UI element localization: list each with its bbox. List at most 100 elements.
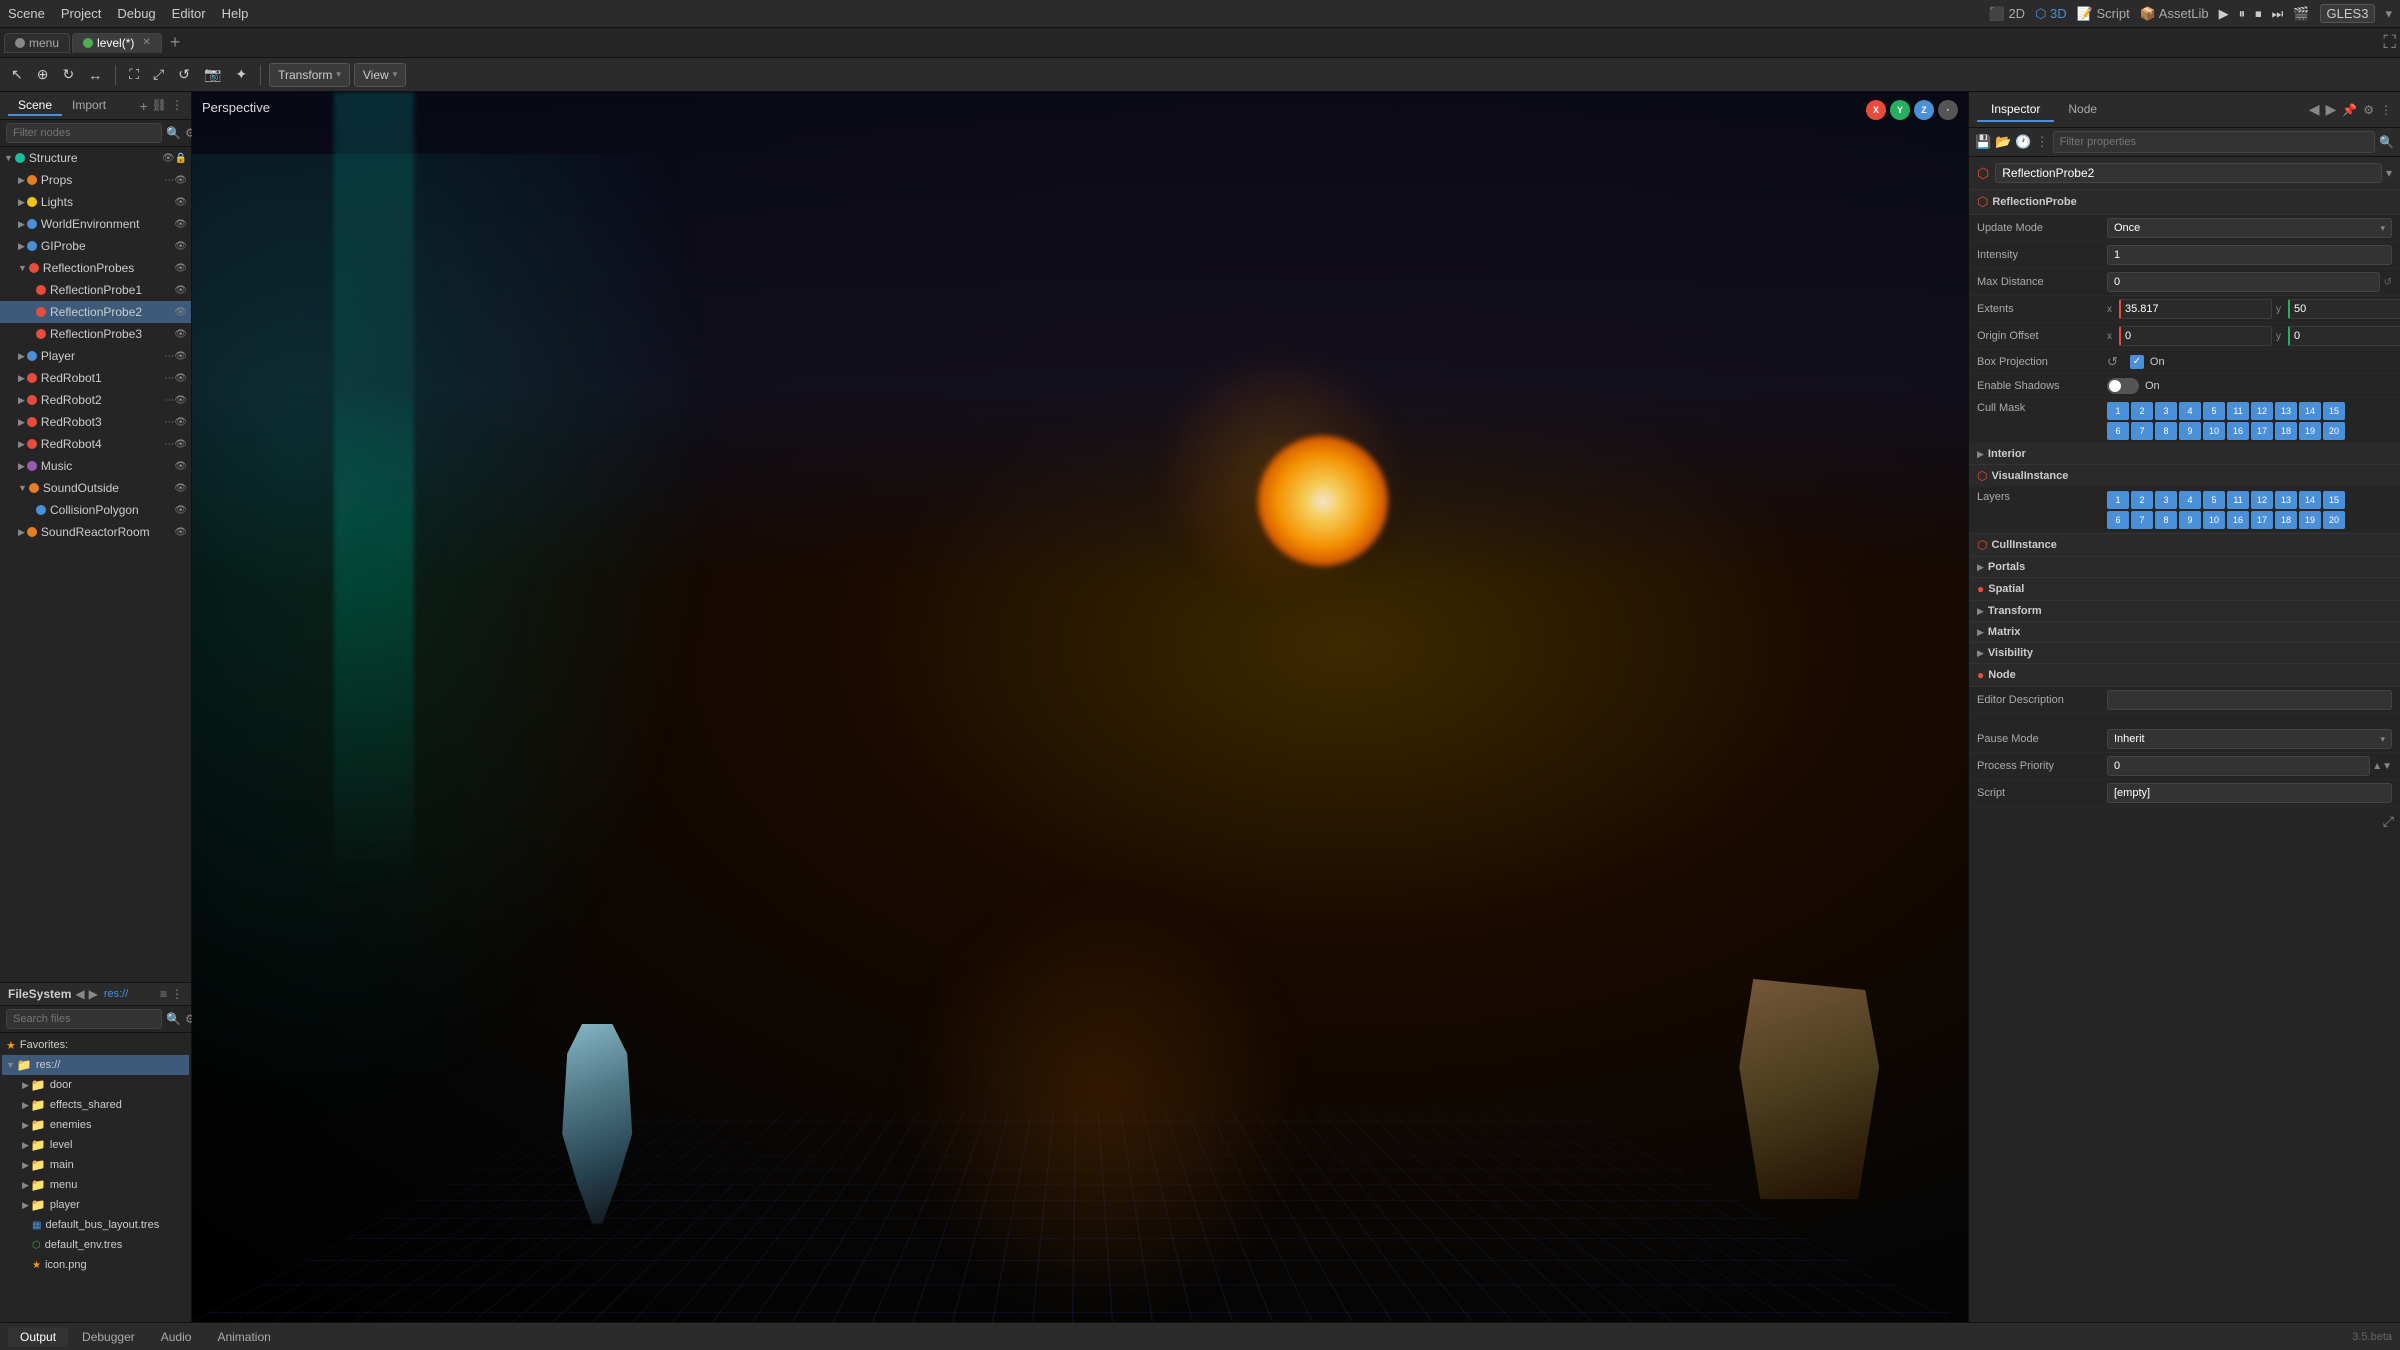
transform-btn[interactable]: Transform ▾ xyxy=(269,63,350,87)
prop-value-script[interactable]: [empty] xyxy=(2107,783,2392,803)
origin-y-input[interactable] xyxy=(2288,326,2400,346)
scene-add-btn[interactable]: + xyxy=(140,98,148,114)
axis-dot-icon[interactable]: · xyxy=(1938,100,1958,120)
bottom-tab-animation[interactable]: Animation xyxy=(205,1327,282,1347)
cull-cell-12[interactable]: 12 xyxy=(2251,402,2273,420)
tree-item-reflprobe2[interactable]: ReflectionProbe2 👁 xyxy=(0,301,191,323)
tab-inspector[interactable]: Inspector xyxy=(1977,98,2054,122)
cull-cell-16[interactable]: 16 xyxy=(2227,422,2249,440)
cull-cell-19[interactable]: 19 xyxy=(2299,422,2321,440)
process-priority-up[interactable]: ▲ xyxy=(2372,761,2382,772)
bottom-tab-debugger[interactable]: Debugger xyxy=(70,1327,147,1347)
tree-item-reflprobe1[interactable]: ReflectionProbe1 👁 xyxy=(0,279,191,301)
cull-cell-5[interactable]: 5 xyxy=(2203,402,2225,420)
movie-btn[interactable]: 🎬 xyxy=(2293,6,2309,22)
prop-value-process-priority[interactable]: 0 xyxy=(2107,756,2370,776)
expand-lights[interactable]: ▶ xyxy=(18,197,25,208)
cull-cell-2[interactable]: 2 xyxy=(2131,402,2153,420)
tool-local[interactable]: ⤢ xyxy=(148,64,169,85)
axis-x-icon[interactable]: X xyxy=(1866,100,1886,120)
tab-close-level[interactable]: ✕ xyxy=(142,37,150,48)
cull-cell-14[interactable]: 14 xyxy=(2299,402,2321,420)
inspector-filter-btn[interactable]: ⚙ xyxy=(2363,103,2374,117)
tool-scale[interactable]: ↔ xyxy=(83,65,107,85)
tree-item-redrobot3[interactable]: ▶ RedRobot3 ⋯ 👁 xyxy=(0,411,191,433)
menu-help[interactable]: Help xyxy=(222,6,249,21)
fs-search-icon[interactable]: 🔍 xyxy=(166,1012,181,1026)
tree-item-soundreactor[interactable]: ▶ SoundReactorRoom 👁 xyxy=(0,521,191,543)
inspector-extra-icon[interactable]: ⋮ xyxy=(2036,134,2049,150)
tree-eye-worldenv[interactable]: 👁 xyxy=(174,219,187,230)
tree-item-structure[interactable]: ▼ Structure 👁 🔒 xyxy=(0,147,191,169)
tree-item-music[interactable]: ▶ Music 👁 xyxy=(0,455,191,477)
tree-eye-music[interactable]: 👁 xyxy=(174,461,187,472)
fs-item-main[interactable]: ▶ 📁 main xyxy=(2,1155,189,1175)
expand-res[interactable]: ▼ xyxy=(6,1060,15,1070)
transform-collapse-header[interactable]: ▶ Transform xyxy=(1969,601,2400,621)
cull-cell-13[interactable]: 13 xyxy=(2275,402,2297,420)
inspector-lock-btn[interactable]: 📌 xyxy=(2342,103,2357,117)
cull-cell-1[interactable]: 1 xyxy=(2107,402,2129,420)
renderer-badge[interactable]: GLES3 xyxy=(2320,4,2376,23)
tree-eye-collpoly[interactable]: 👁 xyxy=(174,505,187,516)
tab-scene[interactable]: Scene xyxy=(8,96,62,116)
expand-soundoutside[interactable]: ▼ xyxy=(18,483,27,493)
expand-soundreactor[interactable]: ▶ xyxy=(18,527,25,538)
tool-camera[interactable]: 📷 xyxy=(199,64,226,85)
tree-item-redrobot2[interactable]: ▶ RedRobot2 ⋯ 👁 xyxy=(0,389,191,411)
tree-eye-redrobot3[interactable]: 👁 xyxy=(174,417,187,428)
fs-item-default-env[interactable]: ⬡ default_env.tres xyxy=(2,1235,189,1255)
expand-player[interactable]: ▶ xyxy=(18,351,25,362)
tree-eye-reflprobe2[interactable]: 👁 xyxy=(174,307,187,318)
visibility-collapse-header[interactable]: ▶ Visibility xyxy=(1969,643,2400,663)
tree-actions-redrobot1[interactable]: ⋯ xyxy=(164,373,174,384)
tab-import[interactable]: Import xyxy=(62,96,116,116)
cull-cell-3[interactable]: 3 xyxy=(2155,402,2177,420)
cull-cell-17[interactable]: 17 xyxy=(2251,422,2273,440)
cull-cell-11[interactable]: 11 xyxy=(2227,402,2249,420)
fs-layout-btn[interactable]: ≡ xyxy=(160,987,167,1001)
layer-cell-10[interactable]: 10 xyxy=(2203,511,2225,529)
expand-props[interactable]: ▶ xyxy=(18,175,25,186)
fs-item-enemies[interactable]: ▶ 📁 enemies xyxy=(2,1115,189,1135)
inspector-menu-btn[interactable]: ⋮ xyxy=(2380,103,2392,117)
expand-redrobot1[interactable]: ▶ xyxy=(18,373,25,384)
tree-actions-redrobot3[interactable]: ⋯ xyxy=(164,417,174,428)
tool-snap[interactable]: ⛶ xyxy=(124,64,144,85)
fs-item-res[interactable]: ▼ 📁 res:// xyxy=(2,1055,189,1075)
tree-lock-structure[interactable]: 🔒 xyxy=(175,153,187,164)
cull-instance-collapse-header[interactable]: ⬡ CullInstance xyxy=(1969,534,2400,556)
cull-cell-20[interactable]: 20 xyxy=(2323,422,2345,440)
expand-structure[interactable]: ▼ xyxy=(4,153,13,163)
expand-effects[interactable]: ▶ xyxy=(22,1100,29,1111)
tree-eye-giprobe[interactable]: 👁 xyxy=(174,241,187,252)
assetlib-btn[interactable]: 📦 AssetLib xyxy=(2140,6,2209,22)
inspector-open-icon[interactable]: 📂 xyxy=(1995,134,2011,150)
layer-cell-8[interactable]: 8 xyxy=(2155,511,2177,529)
step-btn[interactable]: ⏭ xyxy=(2272,6,2284,22)
tool-gizmo[interactable]: ✦ xyxy=(230,64,252,85)
play-btn[interactable]: ▶ xyxy=(2219,6,2229,22)
tree-item-giprobe[interactable]: ▶ GIProbe 👁 xyxy=(0,235,191,257)
script-btn[interactable]: 📝 Script xyxy=(2077,6,2130,22)
scene-link-btn[interactable]: ⛓ xyxy=(152,98,167,114)
tab-add-btn[interactable]: + xyxy=(164,32,187,53)
layer-cell-18[interactable]: 18 xyxy=(2275,511,2297,529)
cull-cell-8[interactable]: 8 xyxy=(2155,422,2177,440)
expand-redrobot2[interactable]: ▶ xyxy=(18,395,25,406)
layer-cell-20[interactable]: 20 xyxy=(2323,511,2345,529)
tree-eye-props[interactable]: 👁 xyxy=(174,175,187,186)
fs-item-effects[interactable]: ▶ 📁 effects_shared xyxy=(2,1095,189,1115)
expand-menu[interactable]: ▶ xyxy=(22,1180,29,1191)
fs-item-bus-layout[interactable]: ▦ default_bus_layout.tres xyxy=(2,1215,189,1235)
prop-value-intensity[interactable]: 1 xyxy=(2107,245,2392,265)
scene-filter-input[interactable] xyxy=(6,123,162,143)
origin-x-input[interactable] xyxy=(2119,326,2272,346)
expand-level[interactable]: ▶ xyxy=(22,1140,29,1151)
matrix-collapse-header[interactable]: ▶ Matrix xyxy=(1969,622,2400,642)
interior-collapse-header[interactable]: ▶ Interior xyxy=(1969,444,2400,464)
tree-item-player[interactable]: ▶ Player ⋯ 👁 xyxy=(0,345,191,367)
fs-item-menu[interactable]: ▶ 📁 menu xyxy=(2,1175,189,1195)
inspector-history-next[interactable]: ▶ xyxy=(2326,101,2337,118)
axis-z-icon[interactable]: Z xyxy=(1914,100,1934,120)
